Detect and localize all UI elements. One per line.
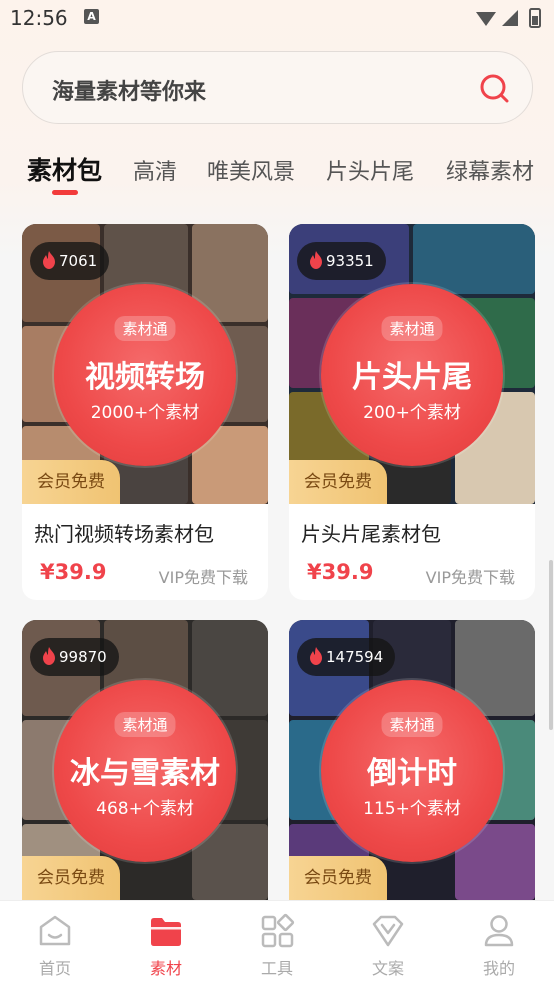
circle-count: 200+个素材 — [363, 403, 461, 423]
hot-count: 147594 — [326, 648, 384, 666]
hot-count: 7061 — [59, 252, 98, 270]
cover-circle: 素材通 片头片尾 200+个素材 — [321, 284, 503, 466]
nav-label: 我的 — [482, 959, 515, 978]
diamond-v-icon — [372, 915, 404, 947]
bottom-nav: 首页 素材 工具 文案 我的 — [0, 900, 554, 984]
vip-download-label: VIP免费下载 — [158, 568, 248, 587]
circle-count: 115+个素材 — [363, 799, 461, 819]
tab-intro-outro[interactable]: 片头片尾 — [326, 154, 414, 186]
circle-count: 468+个素材 — [96, 799, 194, 819]
card-cover: 147594 素材通 倒计时 115+个素材 会员免费 — [289, 620, 535, 900]
flame-icon — [310, 251, 322, 269]
circle-title: 视频转场 — [85, 360, 205, 395]
material-card[interactable]: 93351 素材通 片头片尾 200+个素材 会员免费 片头片尾素材包 ¥39.… — [289, 224, 535, 600]
circle-title: 倒计时 — [367, 756, 457, 791]
circle-tag: 素材通 — [381, 712, 443, 737]
material-card[interactable]: 7061 素材通 视频转场 2000+个素材 会员免费 热门视频转场素材包 ¥3… — [22, 224, 268, 600]
nav-label: 工具 — [260, 959, 293, 978]
hot-count-badge: 93351 — [297, 242, 386, 280]
home-icon — [39, 915, 71, 946]
hot-count-badge: 99870 — [30, 638, 119, 676]
flame-icon — [310, 647, 322, 665]
user-icon — [484, 915, 514, 947]
card-title: 热门视频转场素材包 — [34, 522, 214, 546]
vip-free-badge: 会员免费 — [289, 460, 387, 504]
signal-battery-icons — [476, 8, 541, 28]
card-price: ¥39.9 — [307, 560, 374, 584]
circle-tag: 素材通 — [114, 316, 176, 341]
cover-circle: 素材通 冰与雪素材 468+个素材 — [54, 680, 236, 862]
hot-count-badge: 147594 — [297, 638, 396, 676]
flame-icon — [43, 251, 55, 269]
circle-tag: 素材通 — [114, 712, 176, 737]
status-time: 12:56 — [10, 6, 68, 30]
folder-icon — [151, 918, 181, 946]
search-placeholder: 海量素材等你来 — [52, 80, 207, 105]
nav-tools[interactable]: 工具 — [242, 913, 312, 979]
nav-material[interactable]: 素材 — [131, 913, 201, 979]
search-bar[interactable]: 海量素材等你来 — [22, 51, 533, 124]
tab-hd[interactable]: 高清 — [133, 154, 177, 186]
search-icon[interactable] — [478, 72, 510, 104]
notification-a-icon: A — [84, 9, 99, 24]
cover-circle: 素材通 倒计时 115+个素材 — [321, 680, 503, 862]
hot-count: 93351 — [326, 252, 374, 270]
nav-profile[interactable]: 我的 — [464, 913, 534, 979]
circle-title: 片头片尾 — [352, 360, 472, 395]
nav-home[interactable]: 首页 — [20, 913, 90, 979]
circle-tag: 素材通 — [381, 316, 443, 341]
circle-count: 2000+个素材 — [90, 403, 200, 423]
vip-free-badge: 会员免费 — [289, 856, 387, 900]
nav-label: 首页 — [38, 959, 71, 978]
flame-icon — [43, 647, 55, 665]
nav-label: 素材 — [149, 959, 182, 978]
cover-circle: 素材通 视频转场 2000+个素材 — [54, 284, 236, 466]
nav-copywriting[interactable]: 文案 — [353, 913, 423, 979]
tab-active-indicator — [52, 190, 78, 195]
card-title: 片头片尾素材包 — [301, 522, 441, 546]
vip-free-badge: 会员免费 — [22, 856, 120, 900]
nav-label: 文案 — [371, 959, 404, 978]
card-cover: 93351 素材通 片头片尾 200+个素材 会员免费 — [289, 224, 535, 504]
grid-tools-icon — [261, 913, 295, 948]
tab-material-pack[interactable]: 素材包 — [27, 151, 102, 187]
circle-title: 冰与雪素材 — [70, 756, 220, 791]
tab-green-screen[interactable]: 绿幕素材 — [446, 154, 534, 186]
card-cover: 99870 素材通 冰与雪素材 468+个素材 会员免费 — [22, 620, 268, 900]
scrollbar[interactable] — [549, 560, 553, 730]
vip-download-label: VIP免费下载 — [425, 568, 515, 587]
card-cover: 7061 素材通 视频转场 2000+个素材 会员免费 — [22, 224, 268, 504]
status-bar: 12:56 A — [0, 0, 554, 38]
hot-count-badge: 7061 — [30, 242, 110, 280]
card-price: ¥39.9 — [40, 560, 107, 584]
tab-scenery[interactable]: 唯美风景 — [207, 154, 295, 186]
category-tabs: 素材包 高清 唯美风景 片头片尾 绿幕素材 — [0, 150, 554, 200]
hot-count: 99870 — [59, 648, 107, 666]
vip-free-badge: 会员免费 — [22, 460, 120, 504]
